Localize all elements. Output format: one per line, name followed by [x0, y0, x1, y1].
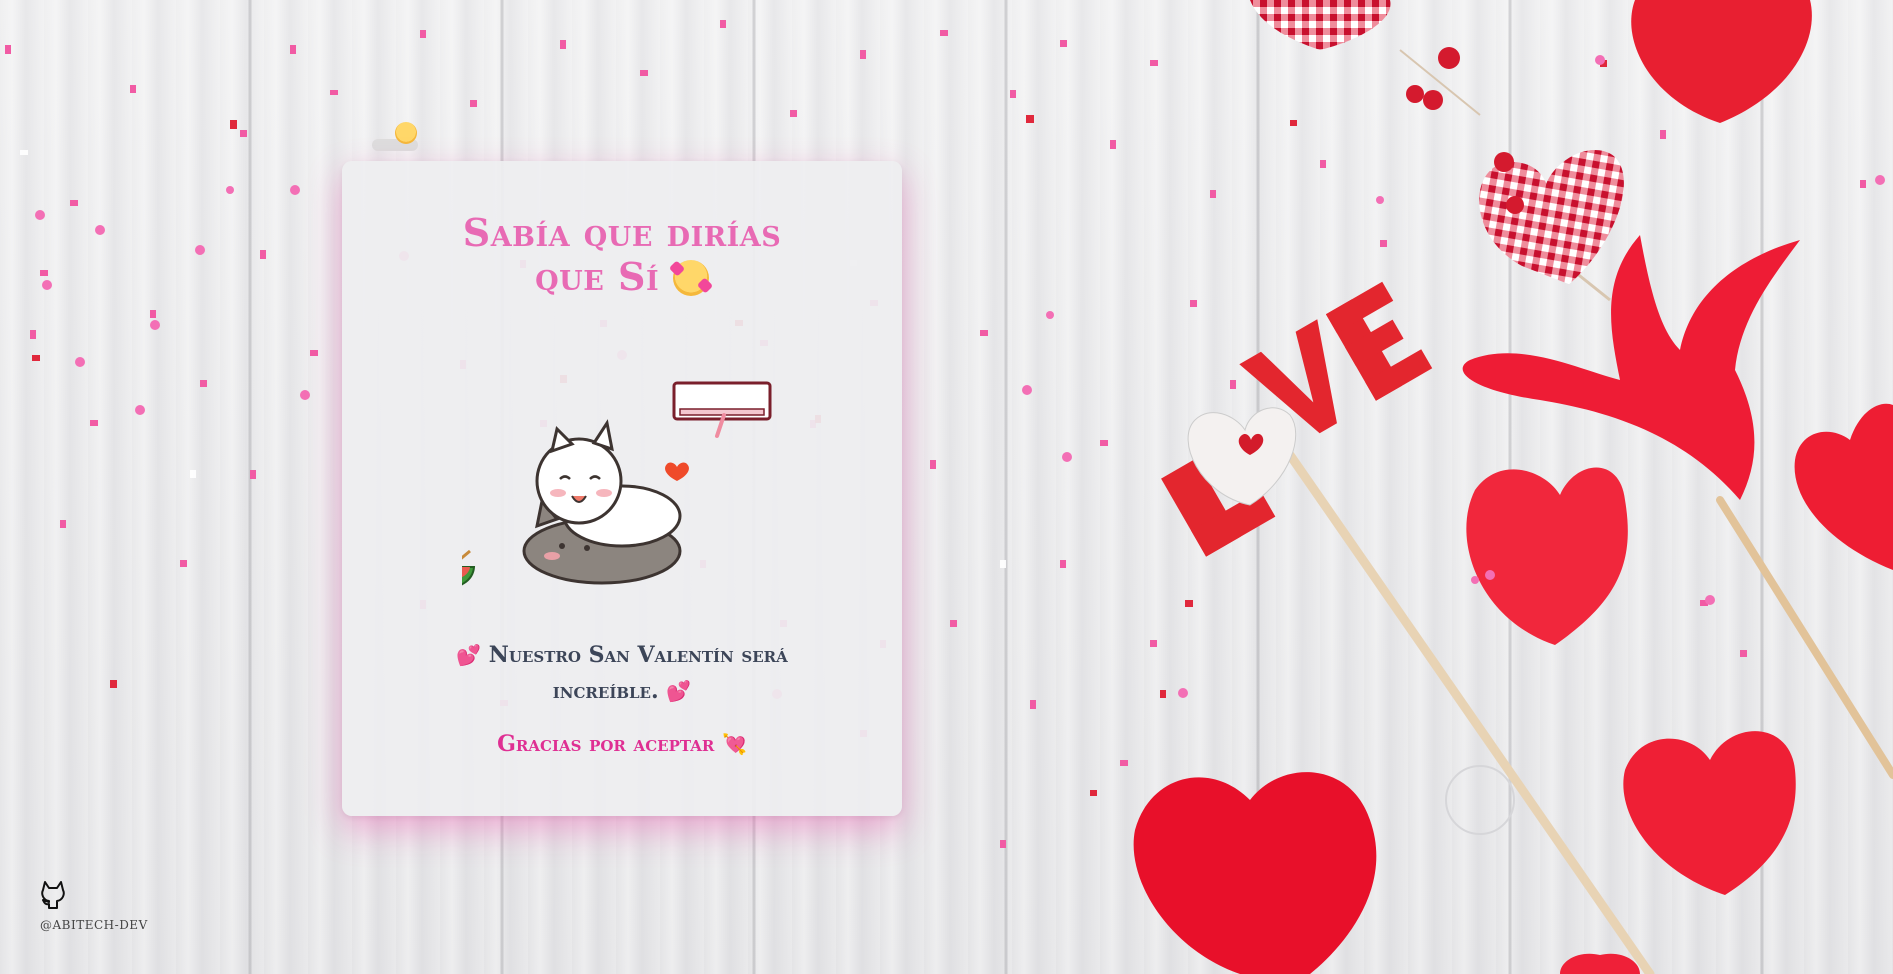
github-icon[interactable]	[40, 880, 66, 910]
card-title-line2: que Sí	[535, 254, 660, 299]
two-hearts-icon: 💕	[666, 679, 692, 703]
cats-illustration	[462, 381, 772, 586]
card-thanks: Gracias por aceptar 💘	[342, 731, 902, 757]
smiling-face-with-hearts-icon	[672, 260, 709, 296]
author-link[interactable]: @ABITECH-DEV	[40, 880, 148, 932]
heart-with-arrow-icon: 💘	[721, 732, 747, 756]
card-thanks-text: Gracias por aceptar	[497, 731, 715, 757]
card-message: 💕 Nuestro San Valentín será increíble. 💕	[402, 637, 842, 709]
card-title-line1: Sabía que dirías	[462, 210, 782, 255]
card-message-text: Nuestro San Valentín será increíble.	[488, 642, 788, 704]
smiling-face-with-hearts-icon	[395, 122, 417, 144]
two-hearts-icon: 💕	[456, 643, 482, 667]
author-handle[interactable]: @ABITECH-DEV	[40, 918, 148, 932]
valentine-card: Sabía que dirías que Sí 💕 Nuestro San Va…	[342, 161, 902, 816]
card-title: Sabía que dirías que Sí	[432, 211, 812, 299]
valentine-decorations	[1133, 0, 1893, 974]
